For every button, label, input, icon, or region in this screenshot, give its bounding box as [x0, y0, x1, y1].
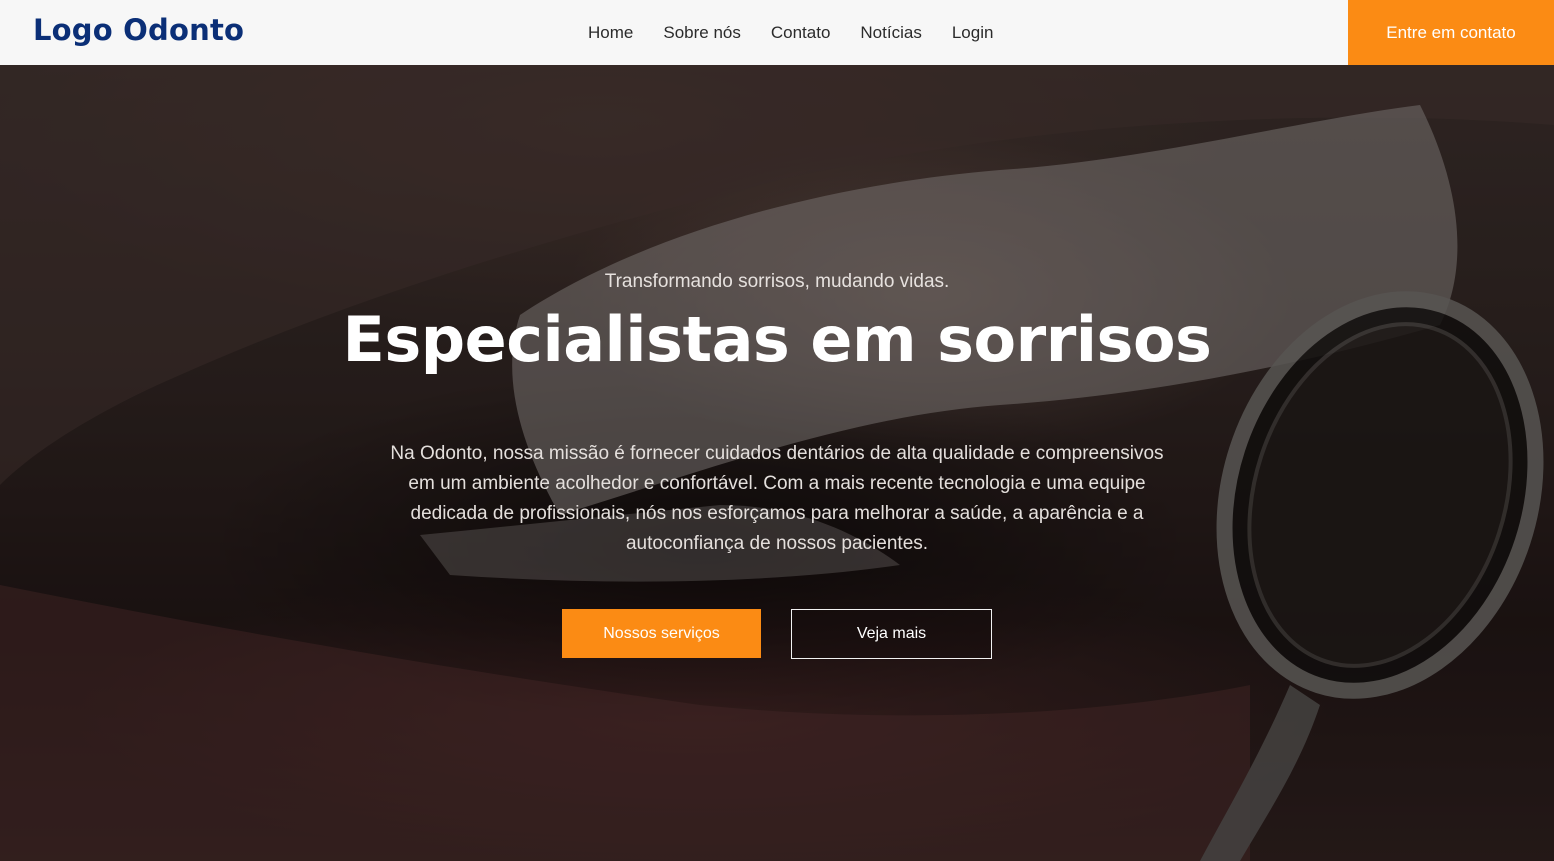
- nav-home[interactable]: Home: [588, 23, 633, 43]
- main-nav: Home Sobre nós Contato Notícias Login: [588, 0, 993, 65]
- hero-description: Na Odonto, nossa missão é fornecer cuida…: [390, 443, 1164, 554]
- site-header: Logo Odonto Home Sobre nós Contato Notíc…: [0, 0, 1554, 65]
- nav-sobre-nos[interactable]: Sobre nós: [663, 23, 741, 43]
- hero-content: Transformando sorrisos, mudando vidas. E…: [0, 65, 1554, 861]
- hero-section: Transformando sorrisos, mudando vidas. E…: [0, 65, 1554, 861]
- nav-contato[interactable]: Contato: [771, 23, 831, 43]
- hero-tagline: Transformando sorrisos, mudando vidas.: [604, 271, 950, 292]
- hero-headline: Especialistas em sorrisos: [342, 303, 1212, 376]
- nav-noticias[interactable]: Notícias: [860, 23, 921, 43]
- logo[interactable]: Logo Odonto: [33, 13, 244, 47]
- contact-cta-button[interactable]: Entre em contato: [1348, 0, 1554, 65]
- nav-login[interactable]: Login: [952, 23, 994, 43]
- see-more-button[interactable]: Veja mais: [791, 609, 992, 659]
- services-button[interactable]: Nossos serviços: [562, 609, 761, 658]
